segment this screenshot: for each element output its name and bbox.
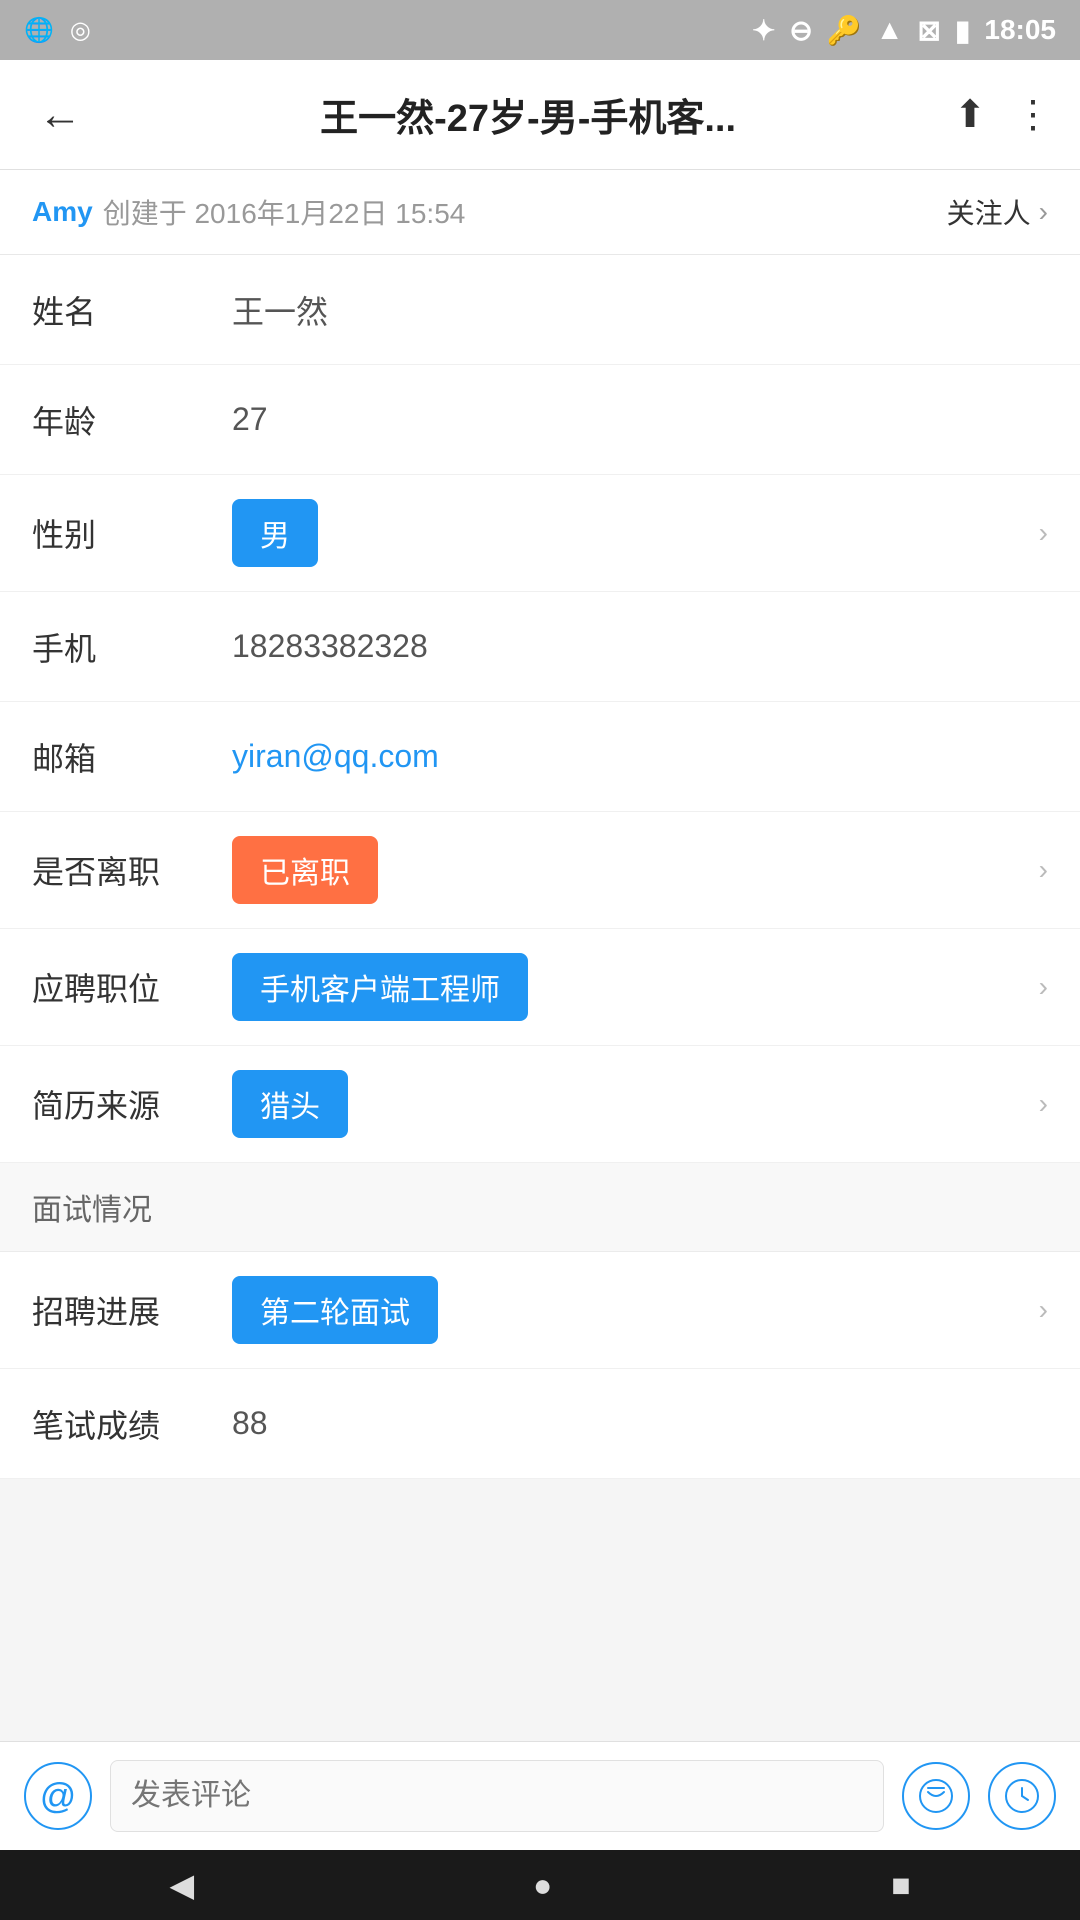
created-date: 创建于 2016年1月22日 15:54 xyxy=(103,192,466,232)
form-row: 姓名王一然 xyxy=(0,255,1080,365)
battery-icon: ▮ xyxy=(955,14,970,47)
bottom-input-bar: @ xyxy=(0,1741,1080,1850)
field-label: 是否离职 xyxy=(32,847,232,893)
field-label: 邮箱 xyxy=(32,734,232,780)
row-chevron-icon: › xyxy=(1039,1088,1048,1120)
field-value[interactable]: 已离职 xyxy=(232,836,1039,904)
more-button[interactable]: ⋮ xyxy=(1014,92,1052,137)
email-link[interactable]: yiran@qq.com xyxy=(232,738,439,775)
nav-bar: ← 王一然-27岁-男-手机客... ⬆ ⋮ xyxy=(0,60,1080,170)
form-row: 年龄27 xyxy=(0,365,1080,475)
form-row[interactable]: 招聘进展第二轮面试 › xyxy=(0,1252,1080,1369)
field-tag[interactable]: 手机客户端工程师 xyxy=(232,953,528,1021)
row-chevron-icon: › xyxy=(1039,517,1048,549)
field-value: yiran@qq.com xyxy=(232,738,1048,775)
field-label: 笔试成绩 xyxy=(32,1401,232,1447)
field-value[interactable]: 男 xyxy=(232,499,1039,567)
field-value: 18283382328 xyxy=(232,628,1048,665)
field-value: 王一然 xyxy=(232,287,1048,333)
clock-time: 18:05 xyxy=(984,14,1056,46)
wifi-signal-icon: ▲ xyxy=(876,14,904,46)
creator-name[interactable]: Amy xyxy=(32,196,93,228)
form-row[interactable]: 应聘职位手机客户端工程师 › xyxy=(0,929,1080,1046)
status-left-icons: 🌐 ◎ xyxy=(24,16,91,45)
field-value[interactable]: 猎头 xyxy=(232,1070,1039,1138)
field-tag[interactable]: 男 xyxy=(232,499,318,567)
field-label: 性别 xyxy=(32,510,232,556)
nav-actions: ⬆ ⋮ xyxy=(954,92,1052,137)
bluetooth-icon: ✦ xyxy=(752,14,775,47)
status-bar: 🌐 ◎ ✦ ⊖ 🔑 ▲ ⊠ ▮ 18:05 xyxy=(0,0,1080,60)
follower-button[interactable]: 关注人 › xyxy=(947,192,1048,232)
row-chevron-icon: › xyxy=(1039,854,1048,886)
nosim-icon: ⊠ xyxy=(917,14,940,47)
field-label: 简历来源 xyxy=(32,1081,232,1127)
field-tag[interactable]: 已离职 xyxy=(232,836,378,904)
field-value[interactable]: 第二轮面试 xyxy=(232,1276,1039,1344)
back-button[interactable]: ← xyxy=(28,80,92,150)
form-container: 姓名王一然年龄27性别男›手机18283382328邮箱yiran@qq.com… xyxy=(0,255,1080,1163)
section-header: 面试情况 xyxy=(0,1163,1080,1252)
row-chevron-icon: › xyxy=(1039,1294,1048,1326)
signal-icon: ◎ xyxy=(70,16,91,45)
form-row[interactable]: 简历来源猎头 › xyxy=(0,1046,1080,1163)
row-chevron-icon: › xyxy=(1039,971,1048,1003)
field-value[interactable]: 手机客户端工程师 xyxy=(232,953,1039,1021)
form-container-below: 招聘进展第二轮面试 › 笔试成绩88 xyxy=(0,1252,1080,1479)
sys-home-button[interactable]: ● xyxy=(533,1867,552,1904)
field-label: 年龄 xyxy=(32,397,232,443)
form-row: 笔试成绩88 xyxy=(0,1369,1080,1479)
form-row: 邮箱yiran@qq.com xyxy=(0,702,1080,812)
comment-button[interactable] xyxy=(902,1762,970,1830)
form-row: 手机18283382328 xyxy=(0,592,1080,702)
key-icon: 🔑 xyxy=(827,14,862,47)
field-value: 27 xyxy=(232,401,1048,438)
sys-recent-button[interactable]: ■ xyxy=(891,1867,910,1904)
meta-bar: Amy 创建于 2016年1月22日 15:54 关注人 › xyxy=(0,170,1080,255)
wifi-icon: 🌐 xyxy=(24,16,54,45)
field-tag[interactable]: 第二轮面试 xyxy=(232,1276,438,1344)
status-right-icons: ✦ ⊖ 🔑 ▲ ⊠ ▮ 18:05 xyxy=(752,14,1056,47)
minus-icon: ⊖ xyxy=(789,14,812,47)
system-nav-bar: ◀ ● ■ xyxy=(0,1850,1080,1920)
field-label: 手机 xyxy=(32,624,232,670)
follower-chevron-icon: › xyxy=(1039,196,1048,228)
sys-back-button[interactable]: ◀ xyxy=(169,1866,194,1904)
form-row[interactable]: 是否离职已离职 › xyxy=(0,812,1080,929)
field-label: 招聘进展 xyxy=(32,1287,232,1333)
field-value: 88 xyxy=(232,1405,1048,1442)
page-title: 王一然-27岁-男-手机客... xyxy=(102,87,954,142)
history-button[interactable] xyxy=(988,1762,1056,1830)
field-label: 应聘职位 xyxy=(32,964,232,1010)
at-button[interactable]: @ xyxy=(24,1762,92,1830)
form-row[interactable]: 性别男 › xyxy=(0,475,1080,592)
field-tag[interactable]: 猎头 xyxy=(232,1070,348,1138)
comment-input[interactable] xyxy=(110,1760,884,1832)
meta-left: Amy 创建于 2016年1月22日 15:54 xyxy=(32,192,465,232)
follower-label: 关注人 xyxy=(947,192,1031,232)
field-label: 姓名 xyxy=(32,287,232,333)
share-button[interactable]: ⬆ xyxy=(954,92,986,137)
